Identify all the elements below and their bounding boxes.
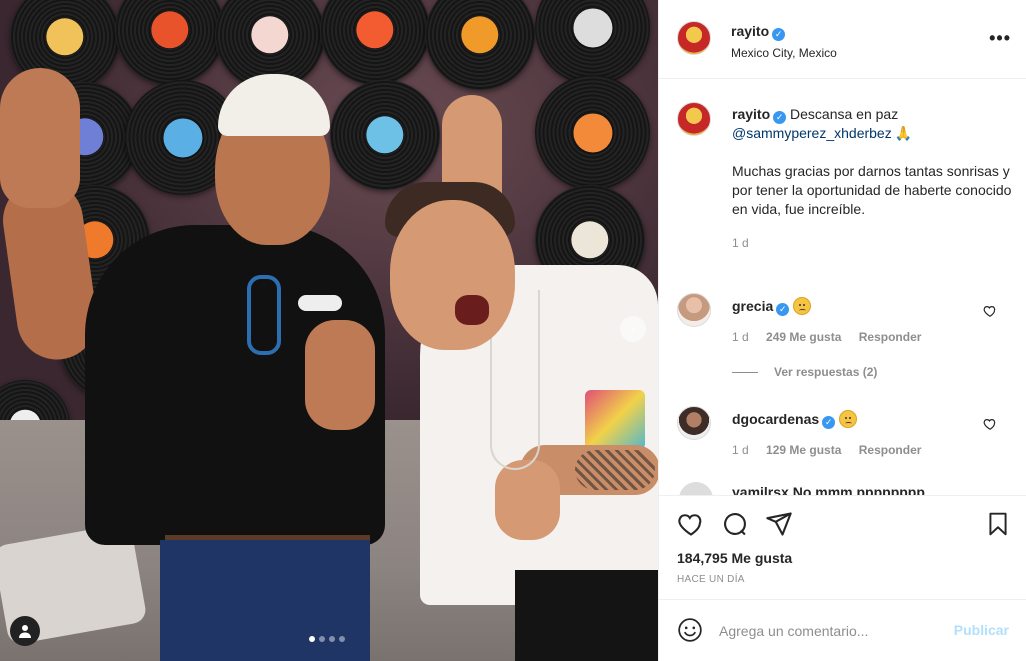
avatar[interactable]: [677, 102, 711, 136]
author-username[interactable]: rayito: [731, 23, 769, 39]
user-icon: [19, 625, 31, 638]
carousel-dot: [329, 636, 335, 642]
post-header: rayito ✓ Mexico City, Mexico •••: [659, 0, 1026, 79]
post-photo[interactable]: ›: [0, 0, 658, 661]
comment-cutoff: yamilrsx No mmm pppppppp: [679, 482, 1019, 495]
comment-input[interactable]: [719, 619, 939, 643]
vinyl-record: [425, 0, 535, 90]
post-timestamp[interactable]: HACE UN DÍA: [677, 574, 745, 585]
author-block: rayito ✓ Mexico City, Mexico: [731, 23, 837, 60]
view-replies-button[interactable]: Ver respuestas (2): [732, 365, 877, 379]
black-pants: [515, 570, 658, 661]
comment: dgocardenas ✓ 1 d 129 Me gusta Responder: [732, 410, 921, 457]
emoji-picker-icon[interactable]: [677, 617, 703, 643]
publish-button[interactable]: Publicar: [954, 622, 1009, 638]
comment-username[interactable]: grecia: [732, 298, 773, 314]
avatar[interactable]: [677, 406, 711, 440]
caption-body: Muchas gracias por darnos tantas sonrisa…: [732, 163, 1012, 217]
comment-likes[interactable]: 249 Me gusta: [766, 330, 841, 344]
pointing-hand: [495, 460, 560, 540]
avatar[interactable]: [677, 293, 711, 327]
vinyl-record: [535, 0, 650, 85]
comment-text: yamilrsx No mmm pppppppp: [732, 484, 925, 495]
carousel-dot: [309, 636, 315, 642]
shirt-print: [585, 390, 645, 450]
comment-age[interactable]: 1 d: [732, 443, 749, 457]
person-face: [390, 200, 515, 350]
heart-icon[interactable]: [983, 417, 997, 431]
post-actions: 184,795 Me gusta HACE UN DÍA: [659, 495, 1026, 599]
peace-sign-hand: [305, 320, 375, 430]
verified-badge-icon: ✓: [776, 303, 790, 316]
sunglasses: [247, 275, 281, 355]
caption-intro: Descansa en paz: [790, 106, 899, 122]
bookmark-icon[interactable]: [985, 510, 1011, 538]
avatar[interactable]: [679, 482, 713, 495]
post-side-panel: rayito ✓ Mexico City, Mexico ••• rayito ✓ …: [658, 0, 1026, 661]
sad-face-icon: [793, 297, 812, 315]
person-hand: [0, 68, 80, 208]
carousel-dot: [339, 636, 345, 642]
tagged-users-button[interactable]: [10, 616, 40, 646]
comment-age[interactable]: 1 d: [732, 330, 749, 344]
comment-meta: 1 d 249 Me gusta Responder: [732, 330, 921, 344]
caption-username[interactable]: rayito: [732, 106, 770, 122]
carousel-dot: [319, 636, 325, 642]
open-mouth: [455, 295, 489, 325]
shirt-logo: [298, 295, 342, 311]
jeans: [160, 540, 370, 661]
comment-username[interactable]: dgocardenas: [732, 411, 819, 427]
comment-composer: Publicar: [659, 599, 1026, 661]
vinyl-record: [535, 75, 650, 190]
comment-likes[interactable]: 129 Me gusta: [766, 443, 841, 457]
caption-mention[interactable]: @sammyperez_xhderbez: [732, 125, 892, 141]
caption: rayito ✓ Descansa en paz @sammyperez_xhde…: [732, 105, 1012, 253]
vinyl-record: [330, 80, 440, 190]
reply-button[interactable]: Responder: [859, 443, 922, 457]
vinyl-record: [320, 0, 430, 85]
heart-icon[interactable]: [983, 304, 997, 318]
comment: grecia ✓ 1 d 249 Me gusta Responder: [732, 297, 921, 344]
praying-hands-icon: 🙏: [894, 125, 913, 141]
verified-badge-icon: ✓: [773, 111, 787, 124]
sad-face-icon: [839, 410, 858, 428]
vinyl-record: [115, 0, 225, 85]
verified-badge-icon: ✓: [822, 416, 836, 429]
comments-list[interactable]: rayito ✓ Descansa en paz @sammyperez_xhde…: [659, 80, 1026, 495]
likes-count[interactable]: 184,795 Me gusta: [677, 550, 792, 566]
carousel-next-button[interactable]: ›: [620, 316, 646, 342]
reply-button[interactable]: Responder: [859, 330, 922, 344]
comment-bubble-icon[interactable]: [721, 510, 749, 538]
tattoo: [575, 450, 655, 490]
verified-badge-icon: ✓: [772, 28, 786, 41]
carousel-dots: [309, 636, 345, 642]
comment-meta: 1 d 129 Me gusta Responder: [732, 443, 921, 457]
chevron-right-icon: ›: [630, 321, 636, 337]
post-location[interactable]: Mexico City, Mexico: [731, 46, 837, 60]
share-send-icon[interactable]: [765, 510, 793, 538]
more-options-button[interactable]: •••: [989, 28, 1011, 49]
avatar[interactable]: [677, 21, 711, 55]
caption-age[interactable]: 1 d: [732, 234, 1012, 253]
like-heart-icon[interactable]: [677, 510, 705, 538]
